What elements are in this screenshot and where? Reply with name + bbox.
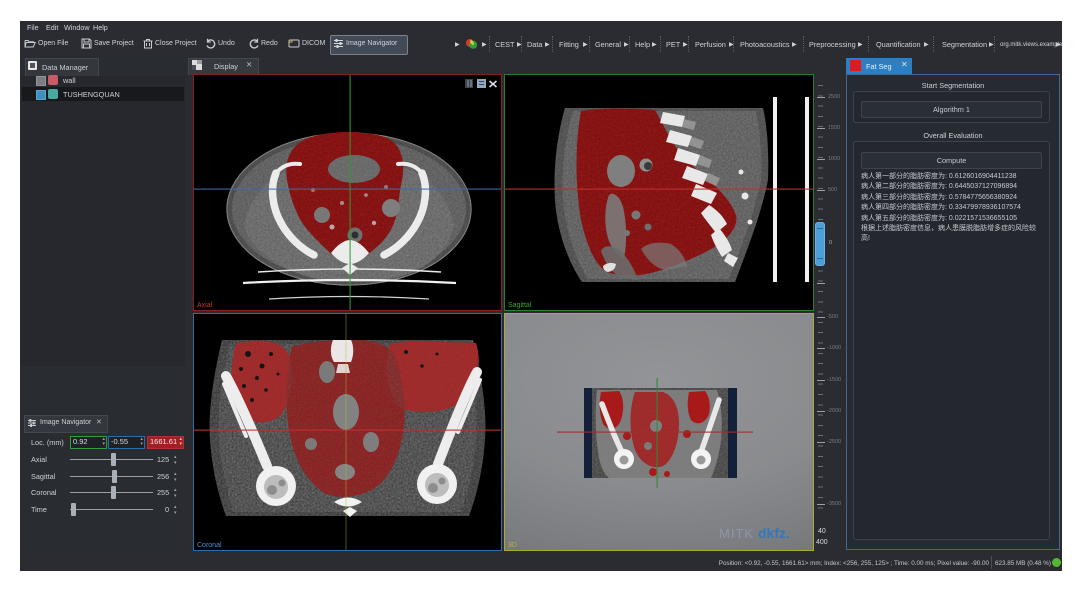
svg-text:MITK: MITK (719, 526, 754, 541)
svg-text:Axial: Axial (197, 302, 213, 309)
svg-text:dkfz.: dkfz. (758, 525, 790, 541)
svg-text:Sagittal: Sagittal (508, 302, 532, 309)
svg-text:Coronal: Coronal (197, 542, 222, 549)
svg-text:3D: 3D (508, 542, 517, 549)
